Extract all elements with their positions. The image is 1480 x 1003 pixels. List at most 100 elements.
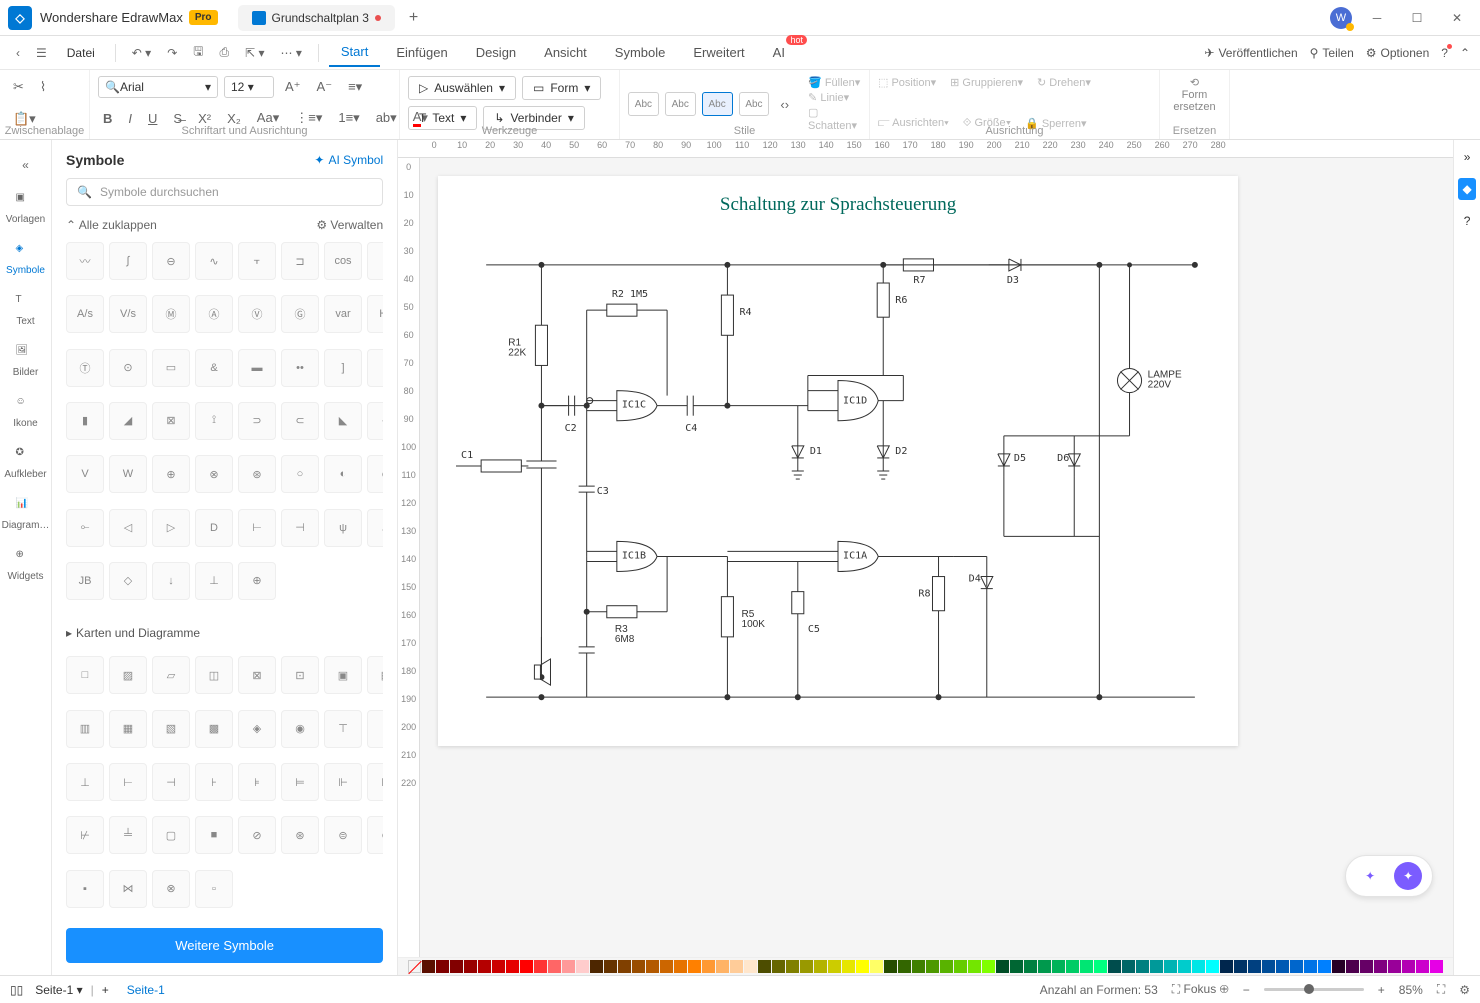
symbol-item[interactable]: ⊢ — [238, 509, 276, 547]
add-page-button[interactable]: + — [102, 983, 109, 997]
color-swatch[interactable] — [506, 960, 519, 973]
color-swatch[interactable] — [912, 960, 925, 973]
color-swatch[interactable] — [814, 960, 827, 973]
symbol-item[interactable]: ⊙ — [109, 349, 147, 387]
color-swatch[interactable] — [492, 960, 505, 973]
color-swatch[interactable] — [1220, 960, 1233, 973]
no-color-swatch[interactable] — [408, 960, 421, 973]
style-preset-3[interactable]: Abc — [702, 92, 733, 116]
color-swatch[interactable] — [1080, 960, 1093, 973]
color-swatch[interactable] — [478, 960, 491, 973]
symbol-item[interactable]: ◈ — [238, 710, 276, 748]
symbol-item[interactable]: ▱ — [152, 656, 190, 694]
color-swatch[interactable] — [968, 960, 981, 973]
symbol-item[interactable]: ◇ — [109, 562, 147, 600]
back-button[interactable]: ‹ — [10, 42, 26, 64]
color-swatch[interactable] — [898, 960, 911, 973]
symbol-item[interactable]: V/s — [109, 295, 147, 333]
symbol-item[interactable]: ⊖ — [152, 242, 190, 280]
style-preset-4[interactable]: Abc — [739, 92, 770, 116]
symbol-item[interactable]: ⦀ — [367, 242, 383, 280]
symbol-item[interactable]: Ⓖ — [281, 295, 319, 333]
color-swatch[interactable] — [1346, 960, 1359, 973]
color-swatch[interactable] — [702, 960, 715, 973]
settings-icon[interactable]: ⚙ — [1459, 983, 1470, 997]
line-button[interactable]: ✎ Linie▾ — [808, 91, 861, 104]
color-swatch[interactable] — [1094, 960, 1107, 973]
color-swatch[interactable] — [618, 960, 631, 973]
symbol-item[interactable]: ⊗ — [152, 870, 190, 908]
color-swatch[interactable] — [744, 960, 757, 973]
color-swatch[interactable] — [1038, 960, 1051, 973]
symbol-item[interactable]: ⟜ — [66, 509, 104, 547]
format-painter-button[interactable]: ⌇ — [35, 76, 51, 98]
tab-advanced[interactable]: Erweitert — [681, 39, 756, 66]
symbol-item[interactable]: var — [324, 295, 362, 333]
undo-button[interactable]: ↶ ▾ — [126, 42, 157, 64]
shape-tool[interactable]: ▭ Form ▾ — [522, 76, 601, 100]
color-swatch[interactable] — [590, 960, 603, 973]
collapse-ribbon-button[interactable]: ⌃ — [1460, 46, 1470, 60]
options-button[interactable]: ⚙ Optionen — [1366, 46, 1429, 60]
export-button[interactable]: ⇱ ▾ — [239, 42, 270, 64]
symbol-item[interactable]: ∫ — [109, 242, 147, 280]
color-swatch[interactable] — [1178, 960, 1191, 973]
document-tab[interactable]: Grundschaltplan 3 — [238, 5, 395, 31]
color-swatch[interactable] — [800, 960, 813, 973]
color-swatch[interactable] — [1108, 960, 1121, 973]
color-swatch[interactable] — [758, 960, 771, 973]
symbol-item[interactable]: ⊠ — [238, 656, 276, 694]
color-swatch[interactable] — [996, 960, 1009, 973]
symbol-item[interactable]: ■ — [195, 816, 233, 854]
symbol-item[interactable]: ⊛ — [238, 455, 276, 493]
more-symbols-button[interactable]: Weitere Symbole — [66, 928, 383, 963]
symbol-item[interactable]: ⊘ — [238, 816, 276, 854]
symbol-item[interactable]: A/s — [66, 295, 104, 333]
share-quick-button[interactable]: ⋯ ▾ — [275, 42, 308, 64]
new-tab-button[interactable]: + — [399, 3, 428, 33]
publish-button[interactable]: ✈ Veröffentlichen — [1204, 46, 1297, 60]
color-swatch[interactable] — [772, 960, 785, 973]
symbol-item[interactable]: V — [66, 455, 104, 493]
symbol-item[interactable]: ▮ — [66, 402, 104, 440]
color-swatch[interactable] — [926, 960, 939, 973]
leftbar-icons[interactable]: ☺Ikone — [0, 390, 51, 435]
color-swatch[interactable] — [1206, 960, 1219, 973]
color-swatch[interactable] — [1304, 960, 1317, 973]
color-swatch[interactable] — [1052, 960, 1065, 973]
color-swatch[interactable] — [520, 960, 533, 973]
leftbar-widgets[interactable]: ⊕Widgets — [0, 543, 51, 588]
symbol-item[interactable]: ▨ — [109, 656, 147, 694]
symbol-item[interactable]: ⊛ — [281, 816, 319, 854]
ai-fab-button[interactable]: ✦ — [1356, 862, 1384, 890]
symbol-item[interactable]: ◣ — [324, 402, 362, 440]
color-swatch[interactable] — [422, 960, 435, 973]
symbol-item[interactable]: ◁ — [109, 509, 147, 547]
zoom-slider[interactable] — [1264, 988, 1364, 991]
symbol-item[interactable]: ▭ — [152, 349, 190, 387]
font-size-select[interactable]: 12 ▾ — [224, 76, 274, 98]
color-swatch[interactable] — [660, 960, 673, 973]
replace-shape-button[interactable]: ⟲Form ersetzen — [1168, 76, 1221, 113]
page[interactable]: Schaltung zur Sprachsteuerung — [438, 176, 1238, 746]
color-swatch[interactable] — [1374, 960, 1387, 973]
symbol-item[interactable]: | — [367, 349, 383, 387]
symbol-item[interactable]: ⊥ — [195, 562, 233, 600]
color-swatch[interactable] — [436, 960, 449, 973]
symbol-item[interactable]: ○ — [281, 455, 319, 493]
color-swatch[interactable] — [1024, 960, 1037, 973]
ai-symbol-button[interactable]: ✦ AI Symbol — [314, 153, 383, 167]
color-swatch[interactable] — [1262, 960, 1275, 973]
symbol-item[interactable]: ⊩ — [324, 763, 362, 801]
symbol-item[interactable]: ▤ — [367, 656, 383, 694]
color-swatch[interactable] — [1318, 960, 1331, 973]
leftbar-text[interactable]: TText — [0, 288, 51, 333]
symbol-item[interactable]: ⊂ — [281, 402, 319, 440]
symbol-item[interactable]: ⊥ — [66, 763, 104, 801]
user-avatar[interactable]: W — [1330, 7, 1352, 29]
color-swatch[interactable] — [884, 960, 897, 973]
symbol-item[interactable]: ⊕ — [152, 455, 190, 493]
leftbar-collapse-button[interactable]: « — [14, 150, 37, 180]
symbol-item[interactable]: Ⓥ — [238, 295, 276, 333]
color-swatch[interactable] — [786, 960, 799, 973]
